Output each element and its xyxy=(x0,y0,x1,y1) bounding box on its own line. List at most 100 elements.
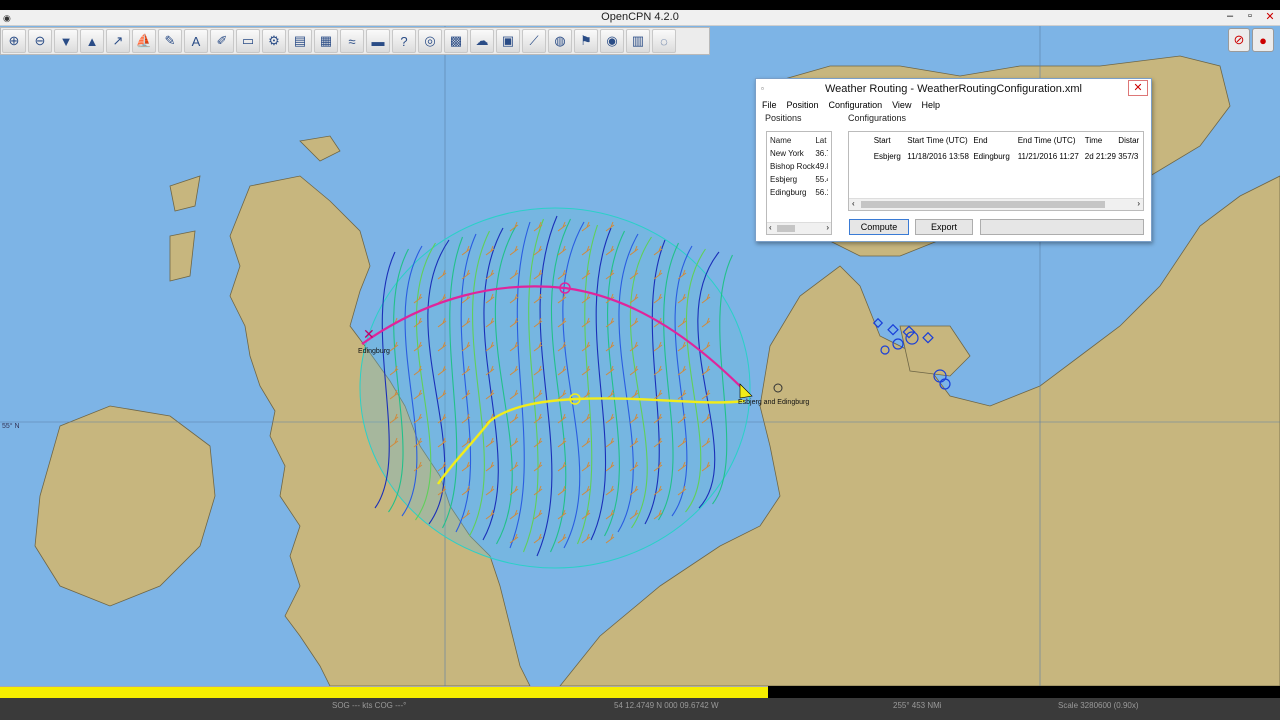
cell-distance: 357/3 xyxy=(1118,152,1139,161)
table-row[interactable]: Esbjerg 11/18/2016 13:58 Edingburg 11/21… xyxy=(849,149,1143,165)
status-bearing-distance: 255° 453 NMi xyxy=(893,701,942,710)
land-shetland xyxy=(169,175,201,212)
ship-icon[interactable]: ⛵ xyxy=(132,29,156,53)
settings-icon[interactable]: ⚙ xyxy=(262,29,286,53)
compass-panel: ⊘ ● xyxy=(1228,28,1274,54)
scale-up-icon[interactable]: ▲ xyxy=(80,29,104,53)
zoom-out-icon[interactable]: ⊖ xyxy=(28,29,52,53)
position-lat: 55.4 xyxy=(815,175,828,184)
col-name[interactable]: Name xyxy=(770,136,815,145)
configurations-scrollbar[interactable]: ‹ › xyxy=(849,198,1143,210)
measure-icon[interactable]: ⟋ xyxy=(522,29,546,53)
window-titlebar: ◉ OpenCPN 4.2.0 – ▫ ✕ xyxy=(0,10,1280,26)
land-zealand xyxy=(899,325,971,377)
grib-icon[interactable]: ▩ xyxy=(444,29,468,53)
menu-view[interactable]: View xyxy=(892,100,911,110)
globe-icon[interactable]: ◍ xyxy=(548,29,572,53)
col-lat[interactable]: Lat xyxy=(815,136,828,145)
route-icon[interactable]: ↗ xyxy=(106,29,130,53)
status-scale: Scale 3280600 (0.90x) xyxy=(1058,701,1139,710)
scroll-right-icon[interactable]: › xyxy=(1137,199,1140,210)
menu-help[interactable]: Help xyxy=(921,100,940,110)
progress-field xyxy=(980,219,1144,235)
cell-start: Esbjerg xyxy=(873,152,901,161)
start-marker-icon[interactable]: ✕ xyxy=(363,326,375,342)
configurations-header: Start Start Time (UTC) End End Time (UTC… xyxy=(849,132,1143,149)
scroll-thumb[interactable] xyxy=(777,225,795,232)
help-icon[interactable]: ? xyxy=(392,29,416,53)
tool-icon[interactable]: ✎ xyxy=(158,29,182,53)
position-lat: 36.7 xyxy=(815,149,828,158)
position-name: New York xyxy=(770,149,804,158)
col-start-time[interactable]: Start Time (UTC) xyxy=(907,136,973,145)
compass-icon[interactable]: ⊘ xyxy=(1228,28,1250,52)
col-start[interactable]: Start xyxy=(874,136,908,145)
position-lat: 56.1 xyxy=(815,188,828,197)
position-lat: 49.8 xyxy=(815,162,828,171)
compute-button[interactable]: Compute xyxy=(849,219,909,235)
menu-file[interactable]: File xyxy=(762,100,777,110)
pen-icon[interactable]: ✐ xyxy=(210,29,234,53)
latitude-label: 55° N xyxy=(2,422,20,430)
main-toolbar: ⊕ ⊖ ▼ ▲ ↗ ⛵ ✎ A ✐ ▭ ⚙ ▤ ▦ ≈ ▬? ◎ ▩ ☁ ▣ ⟋ ◍ ⚑ ◉ ▥ ◌ xyxy=(0,27,710,55)
tide-icon[interactable]: ≈ xyxy=(340,29,364,53)
window-title: OpenCPN 4.2.0 xyxy=(601,11,679,23)
col-flag[interactable] xyxy=(852,136,874,145)
window-controls: – ▫ ✕ xyxy=(1224,10,1276,23)
weather-icon[interactable]: ☁ xyxy=(470,29,494,53)
list-item[interactable]: Bishop Rock49.8 xyxy=(767,160,831,173)
scroll-right-icon[interactable]: › xyxy=(826,223,829,234)
land-ireland xyxy=(34,405,216,607)
dialog-titlebar[interactable]: ▫ Weather Routing - WeatherRoutingConfig… xyxy=(756,79,1151,99)
list-item[interactable]: New York 36.7 xyxy=(767,147,831,160)
scroll-thumb[interactable] xyxy=(861,201,1105,208)
position-name: Bishop Rock xyxy=(770,162,815,171)
minimize-icon[interactable]: – xyxy=(1224,10,1236,23)
logbook-icon[interactable]: ⚑ xyxy=(574,29,598,53)
start-label: Edingburg xyxy=(358,348,390,355)
positions-label: Positions xyxy=(765,113,802,123)
lifebuoy-icon[interactable]: ◌ xyxy=(652,29,676,53)
export-button[interactable]: Export xyxy=(915,219,973,235)
land-hebrides xyxy=(169,230,196,282)
positions-header: Name Lat xyxy=(767,132,831,147)
col-time[interactable]: Time xyxy=(1085,136,1119,145)
cell-flag xyxy=(852,152,874,161)
chartdldr-icon[interactable]: ▥ xyxy=(626,29,650,53)
cell-time: 2d 21:29 xyxy=(1084,152,1116,161)
menu-position[interactable]: Position xyxy=(787,100,819,110)
dashboard-icon[interactable]: ▣ xyxy=(496,29,520,53)
current-icon[interactable]: ▬ xyxy=(366,29,390,53)
gps-status-icon[interactable]: ● xyxy=(1252,28,1274,52)
col-distance[interactable]: Distar xyxy=(1118,136,1140,145)
dialog-title: Weather Routing - WeatherRoutingConfigur… xyxy=(824,83,1082,95)
target-icon[interactable]: ◎ xyxy=(418,29,442,53)
list-item[interactable]: Esbjerg 55.4 xyxy=(767,173,831,186)
zoom-in-icon[interactable]: ⊕ xyxy=(2,29,26,53)
grid-icon[interactable]: ▦ xyxy=(314,29,338,53)
route-progress-bar xyxy=(0,686,768,698)
configurations-label: Configurations xyxy=(848,113,907,123)
maximize-icon[interactable]: ▫ xyxy=(1244,10,1256,23)
land-orkney xyxy=(299,135,341,162)
status-cursor-position: 54 12.4749 N 000 09.6742 W xyxy=(614,701,719,710)
text-icon[interactable]: A xyxy=(184,29,208,53)
col-end-time[interactable]: End Time (UTC) xyxy=(1018,136,1085,145)
menu-configuration[interactable]: Configuration xyxy=(829,100,883,110)
dialog-close-button[interactable]: ✕ xyxy=(1128,80,1148,96)
col-end[interactable]: End xyxy=(973,136,1017,145)
positions-list[interactable]: Name Lat New York 36.7 Bishop Rock49.8 Es… xyxy=(766,131,832,235)
scroll-left-icon[interactable]: ‹ xyxy=(852,199,855,210)
radar-icon[interactable]: ◉ xyxy=(600,29,624,53)
positions-scrollbar[interactable]: ‹ › xyxy=(767,222,831,234)
close-icon[interactable]: ✕ xyxy=(1264,10,1276,23)
configurations-table[interactable]: Start Start Time (UTC) End End Time (UTC… xyxy=(848,131,1144,211)
print-icon[interactable]: ▤ xyxy=(288,29,312,53)
list-item[interactable]: Edingburg 56.1 xyxy=(767,186,831,199)
scroll-left-icon[interactable]: ‹ xyxy=(769,223,772,234)
cell-end-time: 11/21/2016 11:27 xyxy=(1017,152,1079,161)
position-name: Esbjerg xyxy=(770,175,798,184)
scale-down-icon[interactable]: ▼ xyxy=(54,29,78,53)
weather-routing-dialog: ▫ Weather Routing - WeatherRoutingConfig… xyxy=(755,78,1152,242)
folder-icon[interactable]: ▭ xyxy=(236,29,260,53)
